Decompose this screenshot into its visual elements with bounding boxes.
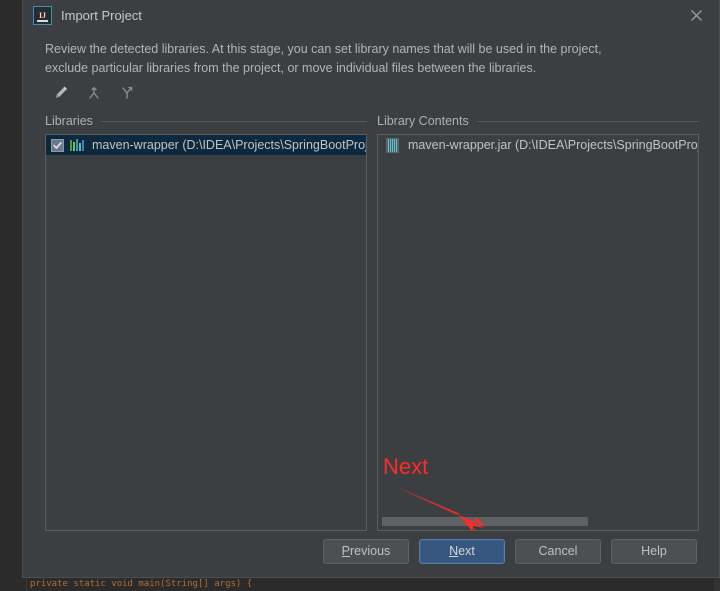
library-contents-pane: Library Contents maven-wrapper.jar (D:\I… xyxy=(377,112,699,531)
split-icon xyxy=(119,85,135,101)
library-contents-list[interactable]: maven-wrapper.jar (D:\IDEA\Projects\Spri… xyxy=(377,134,699,531)
horizontal-scrollbar-thumb[interactable] xyxy=(382,517,588,526)
rename-library-button[interactable] xyxy=(51,83,71,103)
list-item-label: maven-wrapper.jar (D:\IDEA\Projects\Spri… xyxy=(408,138,698,152)
close-icon[interactable] xyxy=(674,0,719,30)
libraries-pane-rule xyxy=(100,120,367,122)
library-icon xyxy=(70,138,86,152)
description-line-2: exclude particular libraries from the pr… xyxy=(45,61,537,75)
dialog-description: Review the detected libraries. At this s… xyxy=(23,30,719,78)
libraries-pane-title: Libraries xyxy=(45,114,93,128)
cancel-button[interactable]: Cancel xyxy=(515,538,601,564)
pencil-icon xyxy=(53,85,69,101)
dialog-titlebar: IJ Import Project xyxy=(23,0,719,30)
library-toolbar xyxy=(23,78,719,106)
library-contents-pane-rule xyxy=(476,120,699,122)
import-project-dialog: IJ Import Project Review the detected li… xyxy=(22,0,720,578)
library-contents-pane-title: Library Contents xyxy=(377,114,469,128)
previous-button-mnemonic: P xyxy=(341,544,351,558)
merge-icon xyxy=(86,85,102,101)
previous-button-label: revious xyxy=(350,544,391,558)
jar-file-icon xyxy=(386,137,399,153)
next-button-label: ext xyxy=(458,544,475,558)
libraries-pane: Libraries maven-wrapper (D:\IDEA\Project… xyxy=(45,112,367,531)
description-line-1: Review the detected libraries. At this s… xyxy=(45,42,602,56)
dialog-title: Import Project xyxy=(61,7,142,23)
libraries-list[interactable]: maven-wrapper (D:\IDEA\Projects\SpringBo… xyxy=(45,134,367,531)
background-code-line: private static void main(String[] args) … xyxy=(30,579,253,589)
dialog-footer: Previous Next Cancel Help xyxy=(23,531,719,577)
libraries-pane-header: Libraries xyxy=(45,112,367,130)
help-button[interactable]: Help xyxy=(611,538,697,564)
previous-button[interactable]: Previous xyxy=(323,538,409,564)
list-item-label: maven-wrapper (D:\IDEA\Projects\SpringBo… xyxy=(92,138,366,152)
panes-container: Libraries maven-wrapper (D:\IDEA\Project… xyxy=(23,106,719,531)
split-library-button[interactable] xyxy=(117,83,137,103)
horizontal-scrollbar[interactable] xyxy=(382,517,694,526)
list-item[interactable]: maven-wrapper.jar (D:\IDEA\Projects\Spri… xyxy=(378,135,698,155)
intellij-idea-logo-icon: IJ xyxy=(33,5,52,25)
list-item[interactable]: maven-wrapper (D:\IDEA\Projects\SpringBo… xyxy=(46,135,366,155)
next-button[interactable]: Next xyxy=(419,538,505,564)
next-button-mnemonic: N xyxy=(449,544,459,558)
library-checkbox[interactable] xyxy=(51,138,64,152)
library-contents-pane-header: Library Contents xyxy=(377,112,699,130)
merge-libraries-button[interactable] xyxy=(84,83,104,103)
